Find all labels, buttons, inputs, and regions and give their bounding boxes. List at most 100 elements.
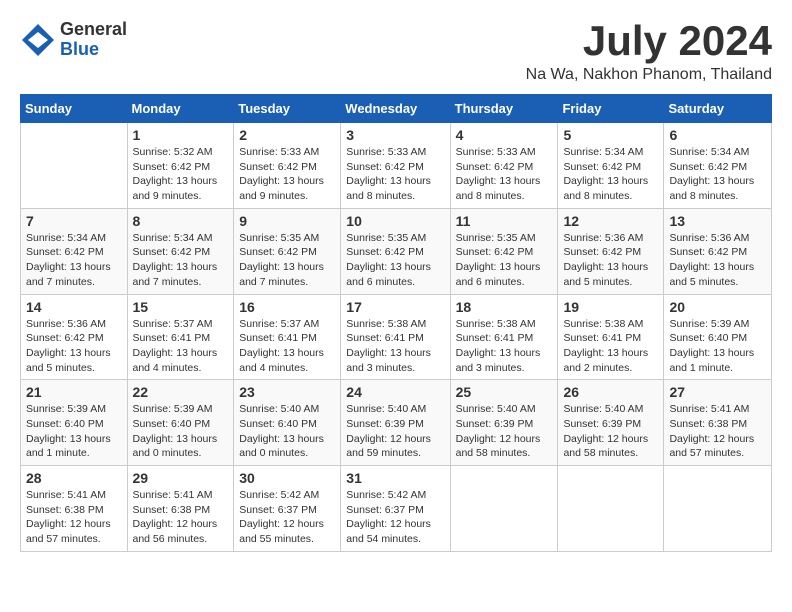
day-number: 9 <box>239 213 335 229</box>
day-number: 5 <box>563 127 658 143</box>
day-number: 29 <box>133 470 229 486</box>
day-number: 4 <box>456 127 553 143</box>
calendar-cell: 29 Sunrise: 5:41 AM Sunset: 6:38 PM Dayli… <box>127 466 234 552</box>
day-info: Sunrise: 5:33 AM Sunset: 6:42 PM Dayligh… <box>346 145 444 204</box>
day-info: Sunrise: 5:41 AM Sunset: 6:38 PM Dayligh… <box>133 488 229 547</box>
day-info: Sunrise: 5:41 AM Sunset: 6:38 PM Dayligh… <box>26 488 122 547</box>
day-number: 2 <box>239 127 335 143</box>
logo-blue-text: Blue <box>60 40 127 60</box>
day-number: 16 <box>239 299 335 315</box>
calendar-cell: 2 Sunrise: 5:33 AM Sunset: 6:42 PM Daylig… <box>234 123 341 209</box>
day-number: 7 <box>26 213 122 229</box>
calendar-cell: 11 Sunrise: 5:35 AM Sunset: 6:42 PM Dayli… <box>450 208 558 294</box>
day-number: 24 <box>346 384 444 400</box>
day-info: Sunrise: 5:34 AM Sunset: 6:42 PM Dayligh… <box>133 231 229 290</box>
day-info: Sunrise: 5:34 AM Sunset: 6:42 PM Dayligh… <box>563 145 658 204</box>
day-number: 31 <box>346 470 444 486</box>
logo-general-text: General <box>60 20 127 40</box>
calendar-cell: 17Sunrise: 5:38 AM Sunset: 6:41 PM Dayli… <box>341 294 450 380</box>
day-number: 21 <box>26 384 122 400</box>
day-info: Sunrise: 5:40 AM Sunset: 6:40 PM Dayligh… <box>239 402 335 461</box>
day-info: Sunrise: 5:37 AM Sunset: 6:41 PM Dayligh… <box>133 317 229 376</box>
calendar-cell: 30Sunrise: 5:42 AM Sunset: 6:37 PM Dayli… <box>234 466 341 552</box>
day-info: Sunrise: 5:39 AM Sunset: 6:40 PM Dayligh… <box>133 402 229 461</box>
calendar-cell: 8 Sunrise: 5:34 AM Sunset: 6:42 PM Daylig… <box>127 208 234 294</box>
day-number: 11 <box>456 213 553 229</box>
day-number: 13 <box>669 213 766 229</box>
calendar-cell: 12Sunrise: 5:36 AM Sunset: 6:42 PM Dayli… <box>558 208 664 294</box>
day-number: 15 <box>133 299 229 315</box>
day-number: 27 <box>669 384 766 400</box>
calendar-cell: 20 Sunrise: 5:39 AM Sunset: 6:40 PM Dayli… <box>664 294 772 380</box>
day-info: Sunrise: 5:42 AM Sunset: 6:37 PM Dayligh… <box>239 488 335 547</box>
calendar-cell: 3 Sunrise: 5:33 AM Sunset: 6:42 PM Daylig… <box>341 123 450 209</box>
calendar-cell: 6 Sunrise: 5:34 AM Sunset: 6:42 PM Daylig… <box>664 123 772 209</box>
calendar-cell: 22Sunrise: 5:39 AM Sunset: 6:40 PM Dayli… <box>127 380 234 466</box>
day-info: Sunrise: 5:36 AM Sunset: 6:42 PM Dayligh… <box>26 317 122 376</box>
day-info: Sunrise: 5:38 AM Sunset: 6:41 PM Dayligh… <box>563 317 658 376</box>
calendar-cell: 7 Sunrise: 5:34 AM Sunset: 6:42 PM Daylig… <box>21 208 128 294</box>
calendar-cell <box>21 123 128 209</box>
day-info: Sunrise: 5:38 AM Sunset: 6:41 PM Dayligh… <box>456 317 553 376</box>
day-number: 20 <box>669 299 766 315</box>
day-info: Sunrise: 5:40 AM Sunset: 6:39 PM Dayligh… <box>563 402 658 461</box>
calendar-cell: 5 Sunrise: 5:34 AM Sunset: 6:42 PM Daylig… <box>558 123 664 209</box>
day-number: 26 <box>563 384 658 400</box>
calendar-cell: 9 Sunrise: 5:35 AM Sunset: 6:42 PM Daylig… <box>234 208 341 294</box>
calendar-cell: 26 Sunrise: 5:40 AM Sunset: 6:39 PM Dayli… <box>558 380 664 466</box>
day-number: 28 <box>26 470 122 486</box>
day-number: 18 <box>456 299 553 315</box>
logo: General Blue <box>20 20 127 60</box>
day-info: Sunrise: 5:32 AM Sunset: 6:42 PM Dayligh… <box>133 145 229 204</box>
day-number: 14 <box>26 299 122 315</box>
day-info: Sunrise: 5:40 AM Sunset: 6:39 PM Dayligh… <box>456 402 553 461</box>
calendar-cell: 14 Sunrise: 5:36 AM Sunset: 6:42 PM Dayli… <box>21 294 128 380</box>
day-info: Sunrise: 5:40 AM Sunset: 6:39 PM Dayligh… <box>346 402 444 461</box>
calendar-cell <box>664 466 772 552</box>
day-number: 6 <box>669 127 766 143</box>
day-info: Sunrise: 5:39 AM Sunset: 6:40 PM Dayligh… <box>26 402 122 461</box>
day-number: 10 <box>346 213 444 229</box>
calendar-cell <box>450 466 558 552</box>
day-info: Sunrise: 5:35 AM Sunset: 6:42 PM Dayligh… <box>239 231 335 290</box>
day-number: 3 <box>346 127 444 143</box>
week-row-1: 1Sunrise: 5:32 AM Sunset: 6:42 PM Daylig… <box>21 123 772 209</box>
calendar-cell: 25Sunrise: 5:40 AM Sunset: 6:39 PM Dayli… <box>450 380 558 466</box>
column-header-wednesday: Wednesday <box>341 95 450 123</box>
month-title: July 2024 <box>526 20 772 62</box>
calendar-cell: 15 Sunrise: 5:37 AM Sunset: 6:41 PM Dayli… <box>127 294 234 380</box>
day-info: Sunrise: 5:35 AM Sunset: 6:42 PM Dayligh… <box>456 231 553 290</box>
calendar-cell: 1Sunrise: 5:32 AM Sunset: 6:42 PM Daylig… <box>127 123 234 209</box>
day-info: Sunrise: 5:36 AM Sunset: 6:42 PM Dayligh… <box>669 231 766 290</box>
week-row-3: 14 Sunrise: 5:36 AM Sunset: 6:42 PM Dayli… <box>21 294 772 380</box>
calendar-cell: 13 Sunrise: 5:36 AM Sunset: 6:42 PM Dayli… <box>664 208 772 294</box>
title-block: July 2024 Na Wa, Nakhon Phanom, Thailand <box>526 20 772 84</box>
calendar-header-row: SundayMondayTuesdayWednesdayThursdayFrid… <box>21 95 772 123</box>
column-header-thursday: Thursday <box>450 95 558 123</box>
column-header-monday: Monday <box>127 95 234 123</box>
page-header: General Blue July 2024 Na Wa, Nakhon Pha… <box>20 20 772 84</box>
location: Na Wa, Nakhon Phanom, Thailand <box>526 66 772 84</box>
day-info: Sunrise: 5:33 AM Sunset: 6:42 PM Dayligh… <box>456 145 553 204</box>
day-number: 17 <box>346 299 444 315</box>
calendar-cell: 31Sunrise: 5:42 AM Sunset: 6:37 PM Dayli… <box>341 466 450 552</box>
day-info: Sunrise: 5:34 AM Sunset: 6:42 PM Dayligh… <box>669 145 766 204</box>
week-row-2: 7 Sunrise: 5:34 AM Sunset: 6:42 PM Daylig… <box>21 208 772 294</box>
calendar-cell: 19Sunrise: 5:38 AM Sunset: 6:41 PM Dayli… <box>558 294 664 380</box>
calendar-cell: 24 Sunrise: 5:40 AM Sunset: 6:39 PM Dayli… <box>341 380 450 466</box>
column-header-saturday: Saturday <box>664 95 772 123</box>
day-info: Sunrise: 5:34 AM Sunset: 6:42 PM Dayligh… <box>26 231 122 290</box>
calendar-table: SundayMondayTuesdayWednesdayThursdayFrid… <box>20 94 772 552</box>
day-number: 12 <box>563 213 658 229</box>
calendar-cell: 27 Sunrise: 5:41 AM Sunset: 6:38 PM Dayli… <box>664 380 772 466</box>
week-row-5: 28 Sunrise: 5:41 AM Sunset: 6:38 PM Dayli… <box>21 466 772 552</box>
day-info: Sunrise: 5:37 AM Sunset: 6:41 PM Dayligh… <box>239 317 335 376</box>
day-number: 8 <box>133 213 229 229</box>
calendar-cell: 10Sunrise: 5:35 AM Sunset: 6:42 PM Dayli… <box>341 208 450 294</box>
calendar-cell: 28 Sunrise: 5:41 AM Sunset: 6:38 PM Dayli… <box>21 466 128 552</box>
day-info: Sunrise: 5:41 AM Sunset: 6:38 PM Dayligh… <box>669 402 766 461</box>
day-info: Sunrise: 5:39 AM Sunset: 6:40 PM Dayligh… <box>669 317 766 376</box>
day-info: Sunrise: 5:33 AM Sunset: 6:42 PM Dayligh… <box>239 145 335 204</box>
column-header-tuesday: Tuesday <box>234 95 341 123</box>
calendar-cell: 16 Sunrise: 5:37 AM Sunset: 6:41 PM Dayli… <box>234 294 341 380</box>
